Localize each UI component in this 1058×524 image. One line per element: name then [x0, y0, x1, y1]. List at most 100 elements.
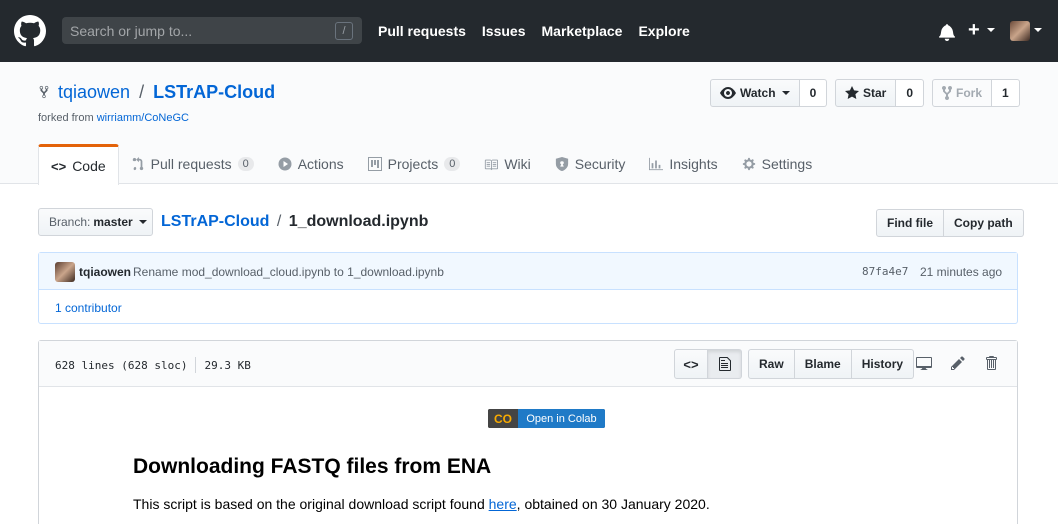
pull-request-icon: [132, 157, 143, 171]
code-view-icon: <>: [683, 356, 699, 372]
notebook-here-link[interactable]: here: [489, 496, 517, 512]
top-nav: Pull requests Issues Marketplace Explore: [378, 23, 706, 39]
rendered-view-button[interactable]: [708, 349, 742, 379]
user-avatar[interactable]: [1010, 21, 1030, 41]
breadcrumb-separator: /: [276, 213, 282, 230]
tab-insights-label: Insights: [669, 156, 718, 172]
breadcrumb-root-link[interactable]: LSTrAP-Cloud: [161, 213, 269, 230]
create-new-button[interactable]: +: [968, 19, 980, 42]
watch-label: Watch: [740, 86, 776, 100]
history-button[interactable]: History: [851, 349, 915, 379]
file-size: 29.3 KB: [204, 359, 251, 372]
tab-actions[interactable]: Actions: [266, 144, 356, 184]
search-input[interactable]: [62, 17, 322, 44]
commit-tease: tqiaowen Rename mod_download_cloud.ipynb…: [39, 253, 1017, 290]
search-shortcut-key: /: [335, 22, 353, 40]
tab-settings[interactable]: Settings: [730, 144, 825, 184]
repo-owner-link[interactable]: tqiaowen: [58, 82, 130, 102]
tab-pull-requests[interactable]: Pull requests 0: [119, 144, 266, 184]
repo-title: tqiaowen / LSTrAP-Cloud: [38, 82, 275, 103]
view-toggle: <>: [674, 349, 742, 379]
branch-select-button[interactable]: Branch: master: [38, 208, 153, 236]
fork-button[interactable]: Fork: [932, 79, 993, 107]
contributors-link[interactable]: 1 contributor: [55, 301, 122, 315]
watch-group: Watch 0: [710, 79, 828, 107]
file-icon: [718, 357, 731, 371]
tab-security-label: Security: [574, 156, 626, 172]
tab-projects-count: 0: [444, 157, 461, 171]
raw-button[interactable]: Raw: [748, 349, 795, 379]
eye-icon: [720, 87, 736, 99]
latest-commit-box: tqiaowen Rename mod_download_cloud.ipynb…: [38, 252, 1018, 324]
breadcrumb: LSTrAP-Cloud / 1_download.ipynb: [161, 213, 428, 231]
notebook-text-after: , obtained on 30 January 2020.: [516, 496, 710, 512]
nav-explore[interactable]: Explore: [638, 23, 689, 39]
watch-count[interactable]: 0: [799, 79, 828, 107]
tab-settings-label: Settings: [761, 156, 813, 172]
nav-issues[interactable]: Issues: [482, 23, 526, 39]
nav-marketplace[interactable]: Marketplace: [542, 23, 623, 39]
user-menu-caret-icon[interactable]: [1034, 28, 1042, 32]
graph-icon: [649, 157, 664, 171]
find-file-button[interactable]: Find file: [876, 209, 944, 237]
star-count[interactable]: 0: [896, 79, 925, 107]
file-lines: 628 lines (628 sloc): [55, 359, 188, 372]
colab-badge-label: Open in Colab: [518, 409, 605, 428]
branch-label: Branch:: [49, 215, 91, 229]
tab-wiki-label: Wiki: [504, 156, 531, 172]
project-icon: [367, 157, 382, 171]
tab-pull-requests-label: Pull requests: [150, 156, 232, 172]
bell-icon[interactable]: [938, 23, 956, 41]
nav-pull-requests[interactable]: Pull requests: [378, 23, 466, 39]
tab-security[interactable]: Security: [543, 144, 638, 184]
tab-insights[interactable]: Insights: [637, 144, 729, 184]
fork-group: Fork 1: [932, 79, 1020, 107]
watch-button[interactable]: Watch: [710, 79, 800, 107]
file-buttons: Raw Blame History: [748, 349, 915, 379]
create-caret-icon: [987, 28, 995, 32]
global-header: / Pull requests Issues Marketplace Explo…: [0, 0, 1058, 62]
repo-name-link[interactable]: LSTrAP-Cloud: [153, 82, 275, 102]
repo-tabs: <> Code Pull requests 0 Actions Projects…: [38, 144, 825, 185]
tab-projects-label: Projects: [387, 156, 439, 172]
commit-author[interactable]: tqiaowen: [79, 265, 131, 279]
file-info-divider: [195, 357, 197, 373]
commit-message[interactable]: Rename mod_download_cloud.ipynb to 1_dow…: [133, 265, 444, 279]
file-header: 628 lines (628 sloc) 29.3 KB <> Raw Blame…: [39, 341, 1017, 387]
trash-icon[interactable]: [983, 355, 999, 371]
blame-button[interactable]: Blame: [794, 349, 852, 379]
fork-count[interactable]: 1: [992, 79, 1020, 107]
branch-caret-icon: [138, 220, 147, 224]
colab-logo-icon: CO: [488, 409, 518, 428]
copy-path-button[interactable]: Copy path: [944, 209, 1024, 237]
tab-projects[interactable]: Projects 0: [356, 144, 473, 184]
book-icon: [485, 159, 499, 171]
open-in-colab-badge[interactable]: CO Open in Colab: [488, 409, 605, 428]
tab-code[interactable]: <> Code: [38, 144, 119, 185]
tab-wiki[interactable]: Wiki: [472, 144, 542, 184]
star-icon: [845, 86, 859, 99]
star-button[interactable]: Star: [835, 79, 897, 107]
file-actions: Find file Copy path: [876, 209, 1024, 237]
repo-title-separator: /: [139, 82, 145, 102]
commit-time: 21 minutes ago: [920, 265, 1003, 279]
play-icon: [278, 157, 292, 171]
tab-actions-label: Actions: [297, 156, 344, 172]
fork-icon: [942, 85, 952, 101]
github-logo-icon[interactable]: [14, 15, 46, 47]
breadcrumb-file: 1_download.ipynb: [288, 213, 429, 230]
gear-icon: [742, 157, 755, 171]
desktop-icon[interactable]: [916, 355, 932, 371]
forked-from-label: forked from: [38, 112, 94, 124]
pencil-icon[interactable]: [950, 355, 966, 371]
forked-from-link[interactable]: wirriamm/CoNeGC: [97, 112, 189, 124]
branch-name: master: [93, 215, 133, 229]
notebook-paragraph: This script is based on the original dow…: [133, 496, 710, 512]
notebook-heading: Downloading FASTQ files from ENA: [133, 455, 492, 478]
commit-author-avatar[interactable]: [55, 262, 75, 282]
source-view-button[interactable]: <>: [674, 349, 708, 379]
commit-sha[interactable]: 87fa4e7: [862, 265, 908, 278]
star-group: Star 0: [835, 79, 925, 107]
code-icon: <>: [51, 158, 67, 174]
star-label: Star: [863, 86, 887, 100]
